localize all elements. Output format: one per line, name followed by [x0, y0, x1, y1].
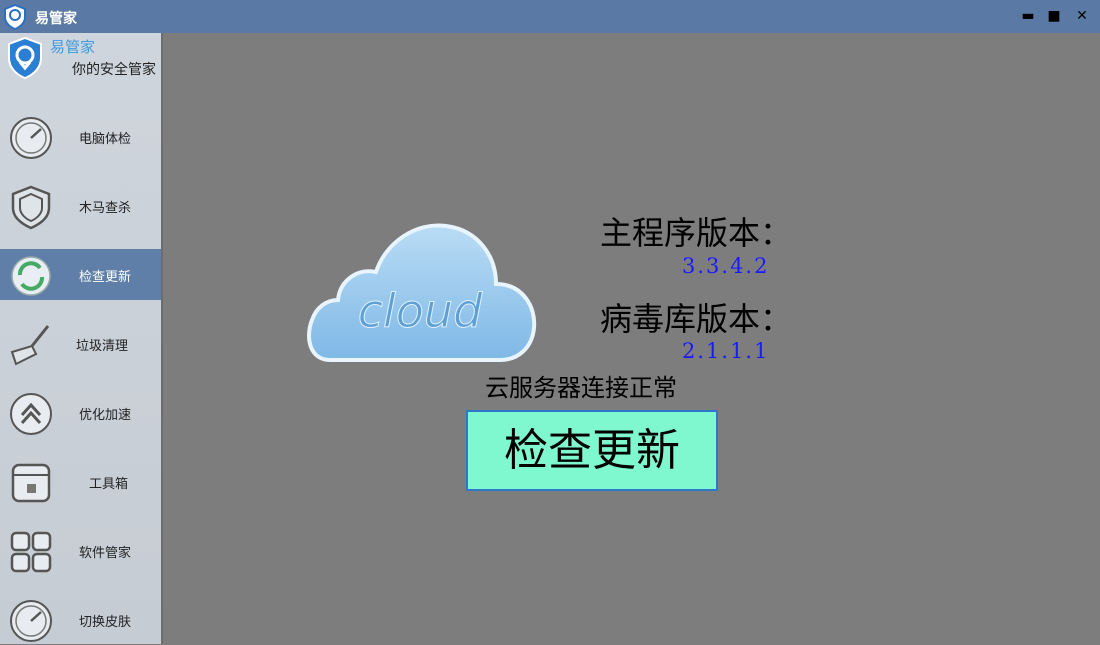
sidebar-item-speedup[interactable]: 优化加速	[0, 387, 161, 438]
close-button[interactable]: ✕	[1071, 5, 1093, 27]
shield-icon	[11, 185, 51, 230]
shield-logo-icon	[4, 4, 26, 30]
main-version-value: 3.3.4.2	[682, 254, 770, 278]
sidebar-item-check-update[interactable]: 检查更新	[0, 249, 161, 300]
main-version-label: 主程序版本：	[600, 214, 793, 252]
sidebar-item-label: 工具箱	[89, 477, 129, 492]
sidebar-item-label: 木马查杀	[79, 201, 132, 216]
maximize-button[interactable]: ■	[1043, 5, 1065, 27]
gauge-icon	[10, 600, 52, 642]
virus-db-value: 2.1.1.1	[682, 339, 770, 363]
broom-icon	[10, 325, 50, 366]
title-bar: 易管家 ▬ ■ ✕	[0, 0, 1100, 33]
sidebar-item-switch-skin[interactable]: 切换皮肤	[0, 594, 161, 645]
minimize-button[interactable]: ▬	[1017, 5, 1039, 27]
sidebar-item-junk-clean[interactable]: 垃圾清理	[0, 318, 161, 369]
brand-tagline: 你的安全管家	[72, 62, 156, 78]
sidebar-item-trojan-scan[interactable]: 木马查杀	[0, 180, 161, 231]
grid-icon	[10, 531, 52, 573]
virus-db-label: 病毒库版本：	[600, 300, 793, 338]
server-status: 云服务器连接正常	[485, 374, 677, 402]
refresh-icon	[11, 256, 51, 296]
check-update-button[interactable]: 检查更新	[466, 410, 718, 491]
sidebar-item-label: 电脑体检	[79, 132, 132, 147]
window-title: 易管家	[35, 11, 77, 27]
sidebar: 易管家 你的安全管家 电脑体检 木马查杀 检查更新 垃圾清理 优化加速 工具箱 …	[0, 33, 161, 644]
sidebar-item-label: 垃圾清理	[76, 339, 129, 354]
gauge-icon	[10, 117, 52, 159]
cloud-icon: cloud	[307, 223, 537, 362]
sidebar-item-label: 软件管家	[79, 546, 132, 561]
sidebar-divider	[161, 33, 163, 644]
brand-name: 易管家	[50, 38, 96, 56]
sidebar-item-toolbox[interactable]: 工具箱	[0, 456, 161, 507]
speedup-icon	[10, 393, 52, 435]
toolbox-icon	[11, 463, 51, 503]
sidebar-item-label: 优化加速	[79, 408, 132, 423]
sidebar-item-software-manager[interactable]: 软件管家	[0, 525, 161, 576]
sidebar-item-label: 检查更新	[79, 270, 132, 285]
cloud-text: cloud	[358, 284, 483, 338]
sidebar-item-label: 切换皮肤	[79, 615, 132, 630]
brand-logo-icon	[8, 36, 42, 80]
sidebar-item-pc-checkup[interactable]: 电脑体检	[0, 111, 161, 162]
